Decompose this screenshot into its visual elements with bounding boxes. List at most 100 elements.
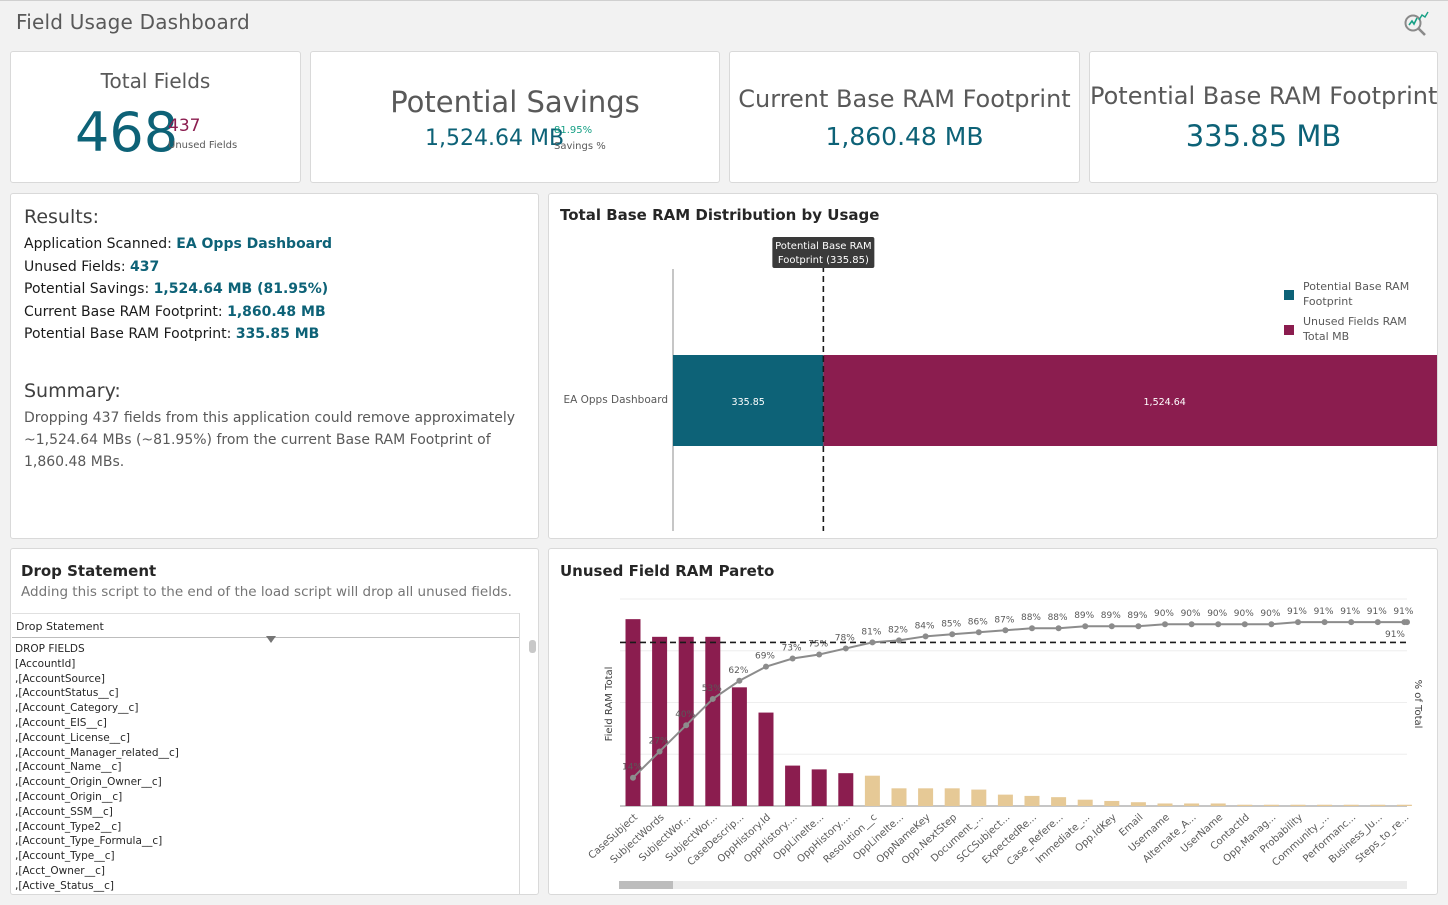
drop-statement-list[interactable]: DROP FIELDS [AccountId] ,[AccountSource] ,[… bbox=[15, 642, 523, 894]
pareto-cumulative-label: 90% bbox=[1260, 609, 1280, 619]
pareto-cumulative-label: 90% bbox=[1234, 609, 1254, 619]
kpi-total-fields-label: Total Fields bbox=[100, 69, 211, 93]
results-panel[interactable]: Results: Application Scanned: EA Opps Da… bbox=[10, 193, 539, 539]
dist-bar-value-label: 1,524.64 bbox=[1144, 397, 1186, 408]
pareto-bar bbox=[1104, 800, 1120, 806]
pareto-cumulative-label: 75% bbox=[808, 640, 828, 650]
pareto-cumulative-label: 88% bbox=[1021, 613, 1041, 623]
pareto-cumulative-point bbox=[1162, 621, 1168, 628]
pareto-bar bbox=[1157, 803, 1173, 806]
dist-bar-segment bbox=[823, 355, 1437, 446]
pareto-scroll-track[interactable] bbox=[619, 881, 1407, 889]
pareto-scroll-thumb[interactable] bbox=[619, 881, 673, 889]
pareto-bar bbox=[918, 788, 934, 806]
kpi-total-fields[interactable]: Total Fields 468 437 Unused Fields bbox=[10, 51, 301, 183]
pareto-cumulative-label: 88% bbox=[1048, 613, 1068, 623]
drop-statement-line: ,[Acct_Owner__c] bbox=[15, 864, 105, 877]
pareto-bar bbox=[1263, 804, 1279, 806]
pareto-cumulative-label: 73% bbox=[782, 644, 802, 654]
pareto-y-axis-label: Field RAM Total bbox=[604, 667, 615, 742]
drop-statement-panel[interactable]: Drop Statement Adding this script to the… bbox=[10, 548, 539, 895]
pareto-bar bbox=[731, 687, 747, 806]
drop-statement-subtitle: Adding this script to the end of the loa… bbox=[21, 584, 512, 600]
pareto-cumulative-point bbox=[1029, 625, 1035, 632]
pareto-cumulative-label: 81% bbox=[861, 627, 881, 637]
pareto-cumulative-label: 87% bbox=[994, 615, 1014, 625]
pareto-bar bbox=[1370, 804, 1386, 806]
kpi-potential-savings-label: Potential Savings bbox=[390, 85, 640, 119]
drop-statement-table-header[interactable]: Drop Statement bbox=[12, 613, 520, 643]
pareto-cumulative-label: 91% bbox=[1287, 607, 1307, 617]
result-potential-footprint: Potential Base RAM Footprint: 335.85 MB bbox=[24, 323, 332, 346]
drop-statement-column-header: Drop Statement bbox=[16, 620, 104, 633]
dist-category-label: EA Opps Dashboard bbox=[563, 394, 668, 406]
kpi-savings-pct-value: 81.95% bbox=[554, 125, 593, 136]
pareto-bar bbox=[1290, 804, 1306, 806]
drop-statement-line: DROP FIELDS bbox=[15, 643, 85, 655]
result-application-label: Application Scanned: bbox=[24, 236, 177, 252]
pareto-cumulative-point bbox=[683, 722, 690, 729]
smart-search-icon[interactable] bbox=[1402, 9, 1430, 37]
pareto-cumulative-point bbox=[1404, 619, 1410, 626]
pareto-cumulative-label: 91% bbox=[1393, 607, 1413, 617]
pareto-cumulative-label: 27% bbox=[649, 736, 669, 746]
drop-statement-title: Drop Statement bbox=[21, 562, 157, 580]
dist-reference-label: Footprint (335.85) bbox=[778, 255, 869, 266]
summary-text: Dropping 437 fields from this applicatio… bbox=[24, 410, 516, 470]
kpi-potential-footprint-value: 335.85 MB bbox=[1185, 119, 1342, 153]
result-potential-footprint-value: 335.85 MB bbox=[235, 326, 320, 343]
pareto-cumulative-label: 89% bbox=[1074, 611, 1094, 621]
pareto-cumulative-point bbox=[842, 645, 849, 652]
drop-statement-line: ,[Account_Category__c] bbox=[15, 702, 139, 715]
dist-legend-label: Total MB bbox=[1302, 330, 1349, 343]
result-potential-savings-value: 1,524.64 MB (81.95%) bbox=[153, 281, 329, 298]
pareto-cumulative-point bbox=[656, 748, 663, 755]
pareto-end-label: 91% bbox=[1385, 630, 1405, 640]
result-unused-fields-value: 437 bbox=[130, 258, 160, 275]
kpi-current-footprint[interactable]: Current Base RAM Footprint 1,860.48 MB bbox=[729, 51, 1080, 183]
result-potential-savings-label: Potential Savings: bbox=[24, 281, 154, 298]
pareto-chart-panel[interactable]: Unused Field RAM Pareto Field RAM Total%… bbox=[548, 548, 1438, 895]
pareto-cumulative-point bbox=[1135, 623, 1142, 630]
pareto-chart[interactable]: Field RAM Total% of TotalCaseSubjectSubj… bbox=[549, 549, 1437, 894]
drop-statement-line: ,[AccountSource] bbox=[15, 672, 105, 685]
pareto-bar bbox=[997, 794, 1013, 806]
drop-statement-line: ,[Account_Type_Formula__c] bbox=[15, 835, 163, 848]
result-unused-fields: Unused Fields: 437 bbox=[24, 256, 332, 279]
pareto-cumulative-label: 89% bbox=[1101, 611, 1121, 621]
pareto-cumulative-point bbox=[975, 629, 982, 636]
result-unused-fields-label: Unused Fields: bbox=[24, 258, 131, 275]
pareto-cumulative-label: 40% bbox=[675, 710, 695, 720]
kpi-total-fields-value: 468 bbox=[75, 101, 179, 164]
kpi-potential-footprint[interactable]: Potential Base RAM Footprint 335.85 MB bbox=[1089, 51, 1438, 183]
pareto-cumulative-point bbox=[869, 639, 876, 646]
result-current-footprint-label: Current Base RAM Footprint: bbox=[24, 303, 228, 320]
pareto-bar bbox=[944, 788, 960, 806]
pareto-cumulative-label: 90% bbox=[1154, 609, 1174, 619]
pareto-cumulative-point bbox=[1002, 627, 1009, 634]
pareto-bar bbox=[891, 788, 907, 806]
drop-statement-line: ,[Account_License__c] bbox=[15, 731, 131, 744]
app-title: Field Usage Dashboard bbox=[16, 10, 250, 34]
pareto-bar bbox=[1024, 795, 1040, 806]
pareto-cumulative-label: 91% bbox=[1314, 607, 1334, 617]
summary-heading: Summary: bbox=[24, 380, 121, 402]
pareto-cumulative-point bbox=[736, 677, 743, 684]
kpi-potential-savings[interactable]: Potential Savings 1,524.64 MB 81.95% Sav… bbox=[310, 51, 720, 183]
pareto-cumulative-point bbox=[789, 655, 796, 662]
drop-statement-line: ,[Account_Type__c] bbox=[15, 850, 115, 863]
dist-legend-label: Footprint bbox=[1303, 295, 1353, 308]
pareto-cumulative-point bbox=[709, 695, 716, 702]
pareto-cumulative-label: 62% bbox=[728, 666, 748, 676]
kpi-potential-footprint-label: Potential Base RAM Footprint bbox=[1090, 82, 1438, 110]
pareto-cumulative-label: 90% bbox=[1181, 609, 1201, 619]
pareto-bar bbox=[1210, 803, 1226, 806]
pareto-bar bbox=[1343, 804, 1359, 806]
drop-statement-scrollbar[interactable] bbox=[529, 640, 536, 653]
pareto-cumulative-point bbox=[1241, 621, 1248, 628]
distribution-chart-panel[interactable]: Total Base RAM Distribution by Usage EA … bbox=[548, 193, 1438, 539]
pareto-cumulative-label: 53% bbox=[702, 684, 722, 694]
distribution-chart[interactable]: EA Opps Dashboard 335.85 1,524.64 Potential… bbox=[549, 194, 1437, 538]
kpi-savings-pct-label: Savings % bbox=[554, 141, 606, 152]
drop-statement-line: ,[Account_Origin_Owner__c] bbox=[15, 776, 162, 789]
